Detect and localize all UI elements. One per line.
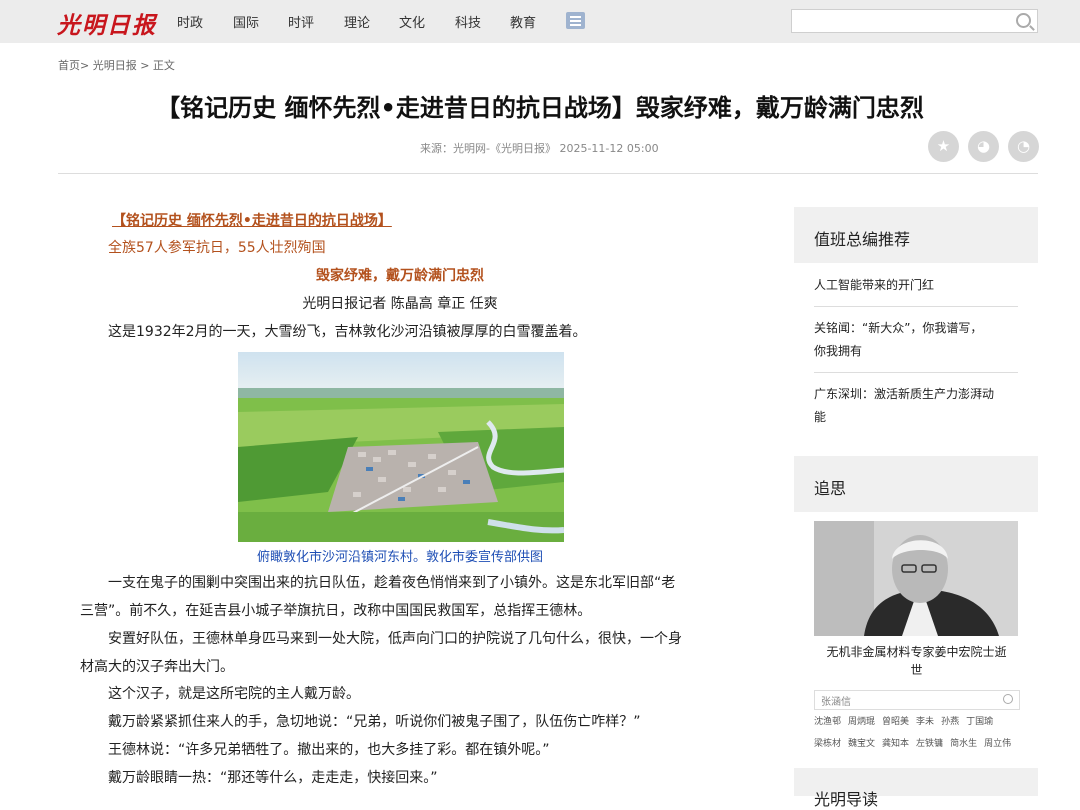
memorial-caption-cont[interactable]: 世 xyxy=(814,659,1019,681)
memorial-name[interactable]: 魏宝文 xyxy=(848,736,875,749)
memorial-name[interactable]: 丁国瑜 xyxy=(966,714,993,727)
paragraph: 王德林说：“许多兄弟牺牲了。撤出来的，也大多挂了彩。都在镇外呢。” xyxy=(108,742,550,758)
memorial-name[interactable]: 周炳琨 xyxy=(848,714,875,727)
paragraph: 戴万龄眼睛一热：“那还等什么，走走走，快接回来。” xyxy=(108,770,438,786)
memorial-name[interactable]: 孙燕 xyxy=(941,714,959,727)
memorial-name[interactable]: 曾昭美 xyxy=(882,714,909,727)
search-icon[interactable] xyxy=(1016,13,1031,28)
nav-item-education[interactable]: 教育 xyxy=(510,12,536,31)
nav-item-tech[interactable]: 科技 xyxy=(455,12,481,31)
memorial-name[interactable]: 梁栋材 xyxy=(814,736,841,749)
paragraph: 这是1932年2月的一天，大雪纷飞，吉林敦化沙河沿镇被厚厚的白雪覆盖着。 xyxy=(108,324,587,340)
wechat-icon[interactable]: ◕ xyxy=(968,131,999,162)
site-logo[interactable]: 光明日报 xyxy=(57,6,157,40)
header-divider xyxy=(58,173,1038,174)
byline: 光明日报记者 陈晶高 章正 任爽 xyxy=(302,296,498,312)
nav-item-commentary[interactable]: 时评 xyxy=(288,12,314,31)
breadcrumb[interactable]: 首页> 光明日报 > 正文 xyxy=(58,57,175,73)
article-kicker: 【铭记历史 缅怀先烈•走进昔日的抗日战场】 xyxy=(112,213,392,229)
paragraph: 材高大的汉子奔出大门。 xyxy=(80,659,234,675)
sidebar-recommend-item-cont[interactable]: 你我拥有 xyxy=(814,340,1019,362)
memorial-name[interactable]: 简水生 xyxy=(950,736,977,749)
menu-list-icon[interactable] xyxy=(566,12,585,29)
paragraph: 安置好队伍，王德林单身匹马来到一处大院，低声向门口的护院说了几句什么，很快，一个… xyxy=(108,631,682,647)
memorial-portrait[interactable] xyxy=(814,521,1018,636)
memorial-search-input[interactable]: 张涵信 xyxy=(814,690,1020,710)
nav-item-politics[interactable]: 时政 xyxy=(177,12,203,31)
nav-item-culture[interactable]: 文化 xyxy=(399,12,425,31)
paragraph: 戴万龄紧紧抓住来人的手，急切地说：“兄弟，听说你们被鬼子围了，队伍伤亡咋样？” xyxy=(108,714,641,730)
photo-caption: 俯瞰敦化市沙河沿镇河东村。敦化市委宣传部供图 xyxy=(256,550,543,565)
divider xyxy=(814,306,1018,307)
article-meta: 来源：光明网-《光明日报》 2025-11-12 05:00 xyxy=(420,142,659,155)
paragraph: 一支在鬼子的围剿中突围出来的抗日队伍，趁着夜色悄悄来到了小镇外。这是东北军旧部“… xyxy=(108,575,676,591)
nav-item-theory[interactable]: 理论 xyxy=(344,12,370,31)
sidebar-recommend-item[interactable]: 广东深圳：激活新质生产力澎湃动 xyxy=(814,383,1019,405)
memorial-name[interactable]: 沈渔邨 xyxy=(814,714,841,727)
sidebar-memorial-title: 追思 xyxy=(814,479,847,498)
memorial-search-text: 张涵信 xyxy=(821,697,851,708)
divider xyxy=(814,372,1018,373)
sidebar-recommend-item[interactable]: 关铭闻：“新大众”，你我谱写， xyxy=(814,317,1019,339)
top-nav-bar: 光明日报 时政 国际 时评 理论 文化 科技 教育 xyxy=(0,0,1080,43)
sidebar-recommend-item-cont[interactable]: 能 xyxy=(814,406,1019,428)
paragraph: 这个汉子，就是这所宅院的主人戴万龄。 xyxy=(108,686,360,702)
nav-item-international[interactable]: 国际 xyxy=(233,12,259,31)
search-input[interactable] xyxy=(791,9,1038,33)
memorial-name[interactable]: 周立伟 xyxy=(984,736,1011,749)
article-subhead: 全族57人参军抗日，55人壮烈殉国 xyxy=(108,240,326,256)
sidebar-guide-title: 光明导读 xyxy=(814,790,879,809)
memorial-names-row: 沈渔邨 周炳琨 曾昭美 李未 孙燕 丁国瑜 xyxy=(814,714,1024,727)
sidebar-recommend-title: 值班总编推荐 xyxy=(814,230,911,249)
memorial-name[interactable]: 李未 xyxy=(916,714,934,727)
aerial-village-photo xyxy=(238,352,564,542)
article-headline: 毁家纾难，戴万龄满门忠烈 xyxy=(316,268,484,284)
search-icon[interactable] xyxy=(1003,694,1013,704)
weibo-icon[interactable]: ◔ xyxy=(1008,131,1039,162)
memorial-name[interactable]: 左铁镛 xyxy=(916,736,943,749)
favorite-star-icon[interactable]: ★ xyxy=(928,131,959,162)
sidebar-recommend-item[interactable]: 人工智能带来的开门红 xyxy=(814,274,1019,296)
paragraph: 三营”。前不久，在延吉县小城子举旗抗日，改称中国国民救国军，总指挥王德林。 xyxy=(80,603,592,619)
memorial-names-row: 梁栋材 魏宝文 龚知本 左铁镛 简水生 周立伟 xyxy=(814,736,1024,749)
article-title: 【铭记历史 缅怀先烈•走进昔日的抗日战场】毁家纾难，戴万龄满门忠烈 xyxy=(156,94,924,122)
memorial-name[interactable]: 龚知本 xyxy=(882,736,909,749)
